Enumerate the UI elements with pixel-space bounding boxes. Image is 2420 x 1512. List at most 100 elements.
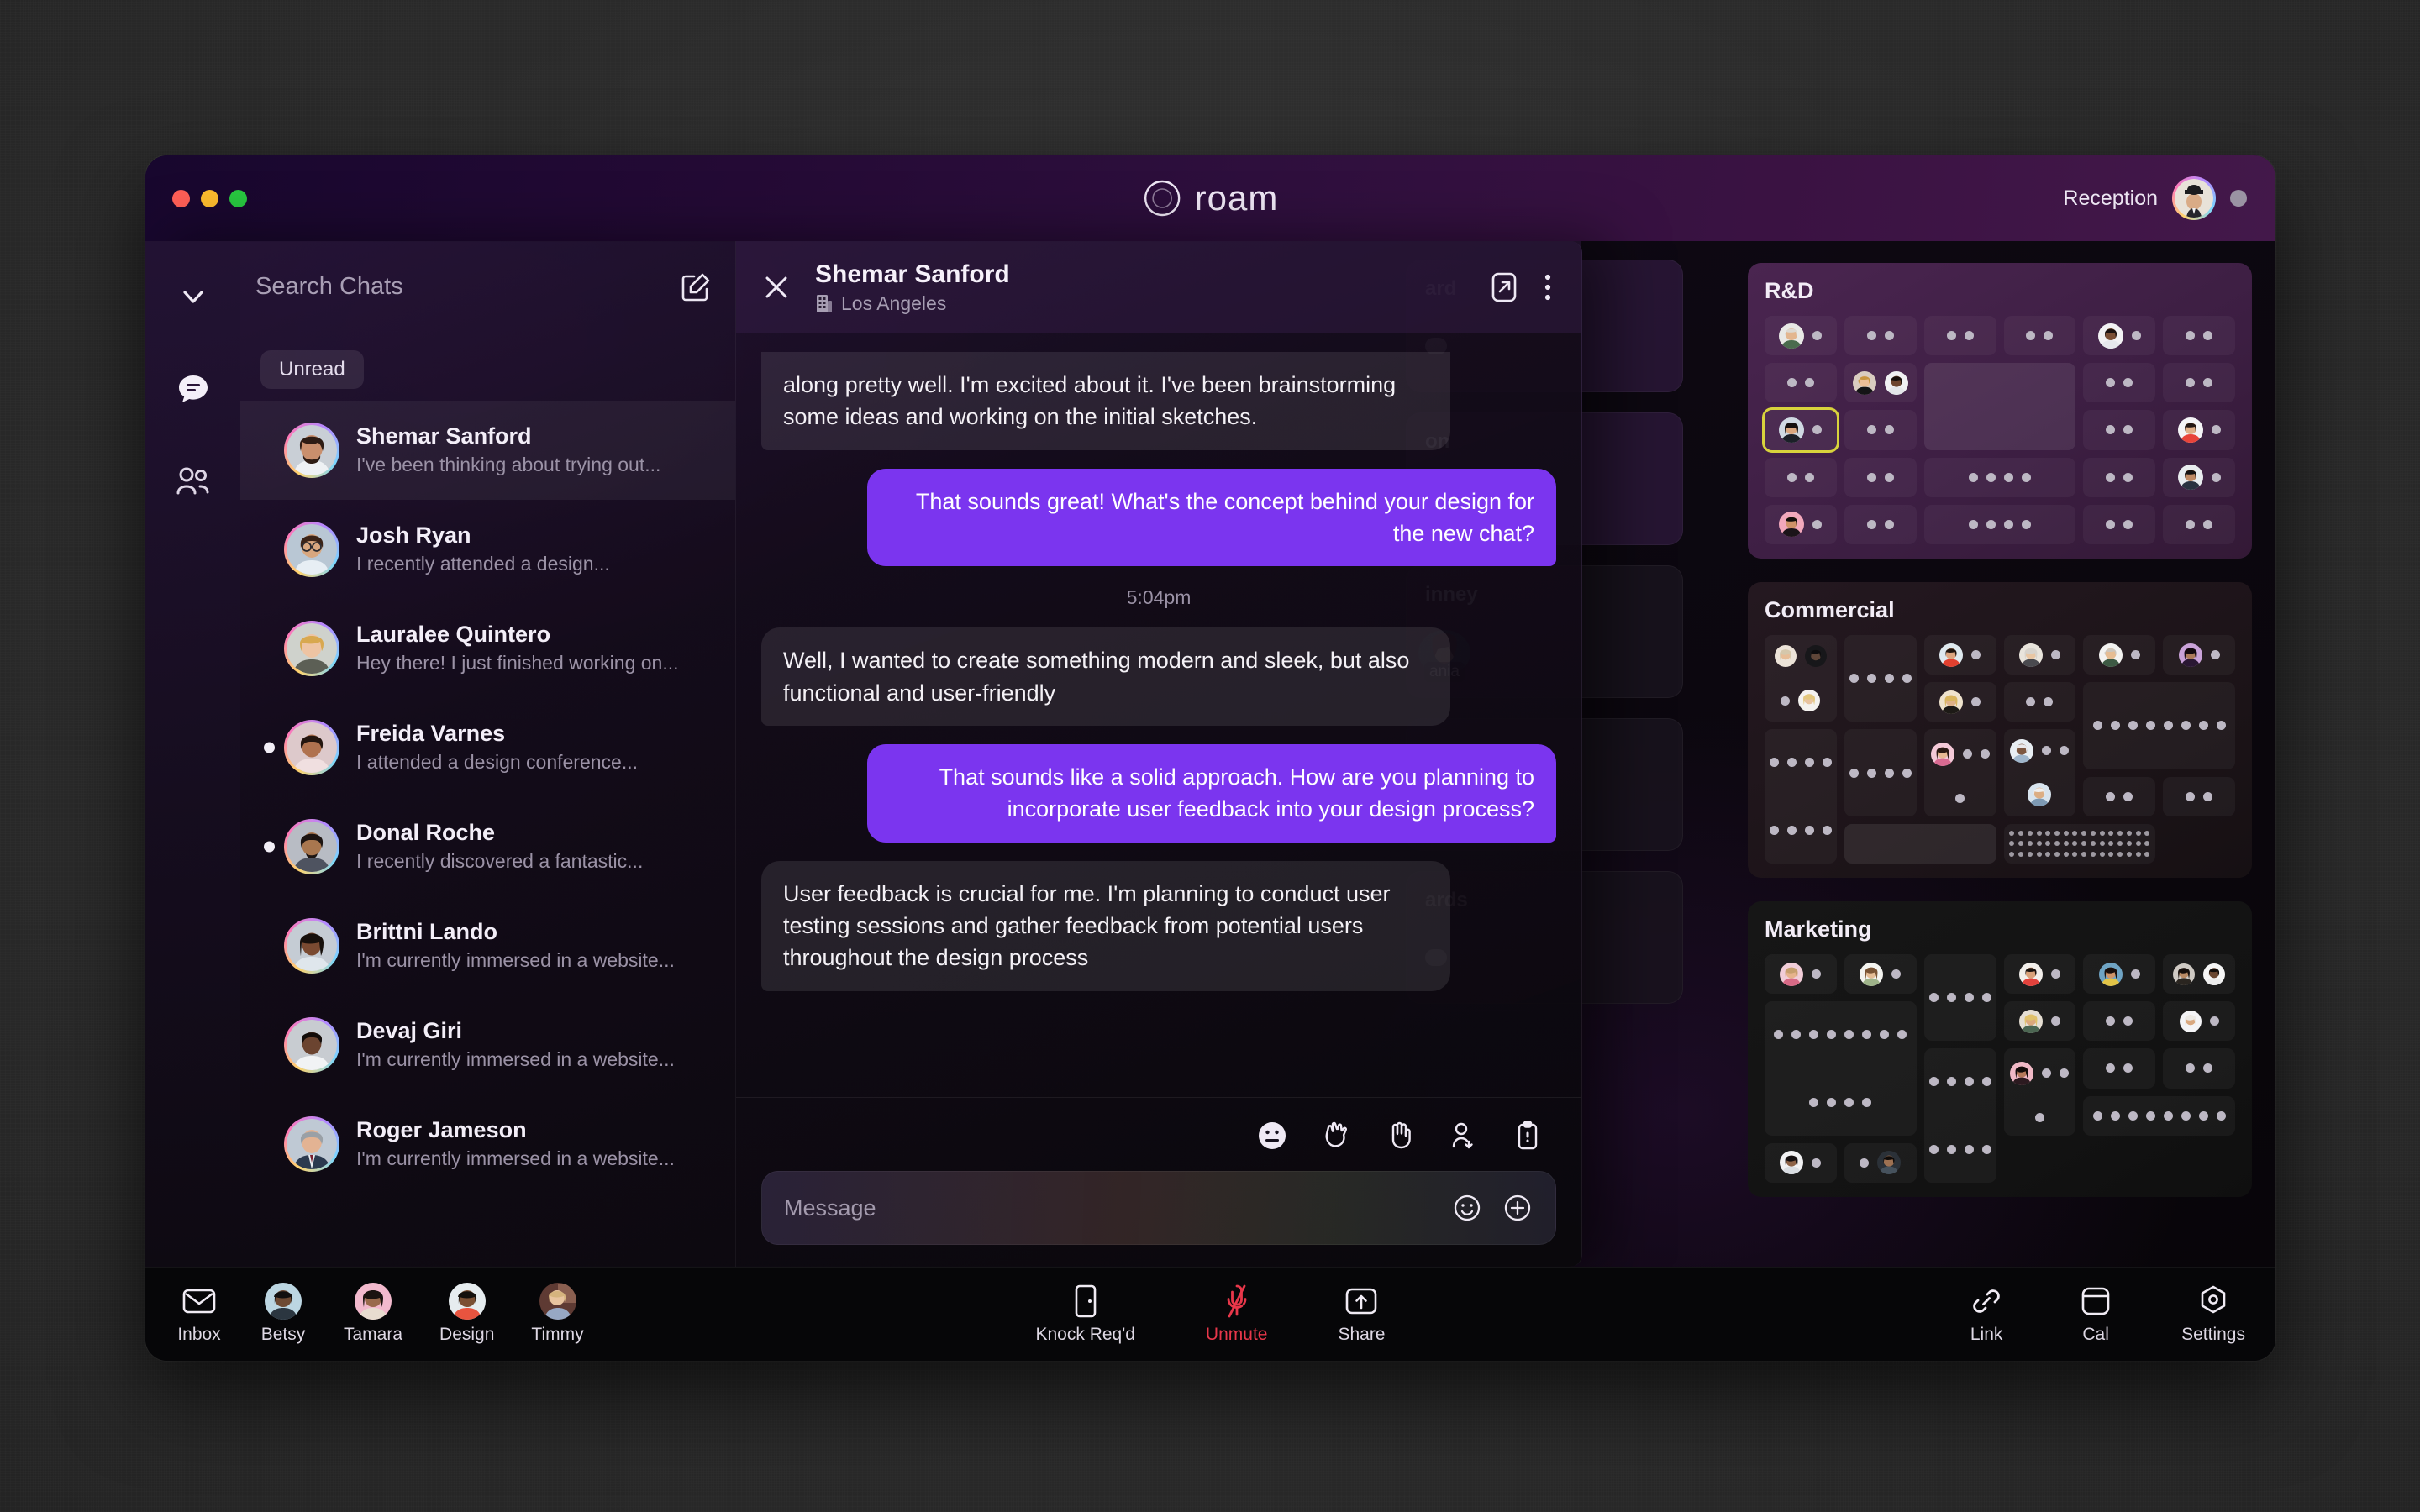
seat[interactable] [2092, 721, 2102, 731]
seat[interactable] [2203, 1063, 2213, 1074]
meeting-room[interactable] [1923, 363, 2076, 450]
occupant-avatar[interactable] [2018, 1009, 2043, 1033]
occupant-avatar[interactable] [1877, 1151, 1902, 1175]
seat[interactable] [2106, 425, 2116, 435]
more-vertical-icon[interactable] [1543, 270, 1553, 304]
seat[interactable] [2181, 1110, 2191, 1121]
desk[interactable] [1923, 504, 2076, 544]
seat[interactable] [2042, 746, 2052, 756]
seat[interactable] [2042, 1068, 2052, 1079]
desk[interactable] [2163, 635, 2235, 675]
desk[interactable] [1844, 504, 1917, 544]
desk[interactable] [1923, 1048, 1996, 1183]
seat[interactable] [2211, 472, 2221, 482]
seat[interactable] [2106, 791, 2116, 801]
seat[interactable] [2163, 721, 2173, 731]
seat[interactable] [2130, 650, 2140, 660]
seat[interactable] [2021, 472, 2031, 482]
seat[interactable] [2106, 378, 2116, 388]
seat[interactable] [1968, 519, 1978, 529]
close-window-button[interactable] [172, 189, 190, 207]
seat[interactable] [1822, 826, 1832, 836]
desk[interactable] [1765, 635, 1837, 722]
pop-out-icon[interactable] [1487, 270, 1521, 304]
seat[interactable] [1962, 749, 1972, 759]
seat[interactable] [1971, 697, 1981, 707]
desk[interactable] [1765, 457, 1837, 497]
occupant-avatar[interactable] [2177, 465, 2203, 491]
seat[interactable] [1862, 1097, 1872, 1107]
toolbar-item-unmute[interactable]: Unmute [1206, 1284, 1267, 1345]
compose-icon[interactable] [680, 271, 712, 303]
seat[interactable] [2106, 1016, 2116, 1026]
desk[interactable] [1923, 457, 2076, 497]
seat[interactable] [1964, 1077, 1974, 1087]
desk[interactable] [2083, 363, 2156, 403]
reception-area[interactable]: Reception [2063, 176, 2247, 220]
toolbar-item-cal[interactable]: Cal [2072, 1284, 2119, 1345]
toolbar-item-settings[interactable]: Settings [2181, 1284, 2245, 1345]
occupant-avatar[interactable] [2098, 962, 2123, 986]
seat[interactable] [1827, 1030, 1837, 1040]
seat[interactable] [1809, 1030, 1819, 1040]
seat[interactable] [1928, 993, 1939, 1003]
desk[interactable] [2163, 1048, 2235, 1089]
seat[interactable] [1955, 794, 1965, 804]
seat[interactable] [2216, 721, 2226, 731]
seat[interactable] [2060, 746, 2070, 756]
desk[interactable] [2003, 682, 2076, 722]
seat[interactable] [2123, 1063, 2133, 1074]
seat[interactable] [1964, 1145, 1974, 1155]
clipboard-icon[interactable] [1511, 1119, 1544, 1152]
seat[interactable] [1884, 331, 1894, 341]
occupant-avatar[interactable] [1779, 417, 1805, 443]
seat[interactable] [1946, 1077, 1956, 1087]
desk[interactable] [2003, 635, 2076, 675]
seat[interactable] [2021, 519, 2031, 529]
list-item[interactable]: Freida Varnes I attended a design confer… [240, 698, 735, 797]
seat[interactable] [1849, 768, 1859, 778]
seat[interactable] [2003, 519, 2013, 529]
list-item[interactable]: Donal Roche I recently discovered a fant… [240, 797, 735, 896]
seat[interactable] [2110, 1110, 2120, 1121]
desk[interactable] [2163, 363, 2235, 403]
unread-filter-chip[interactable]: Unread [260, 350, 364, 389]
desk[interactable] [1844, 954, 1917, 995]
seat[interactable] [2044, 697, 2054, 707]
clap-icon[interactable] [1319, 1119, 1353, 1152]
seat[interactable] [2123, 1016, 2133, 1026]
desk[interactable] [1923, 954, 1996, 1042]
message-input[interactable] [784, 1194, 1433, 1221]
wave-hand-icon[interactable] [1383, 1119, 1417, 1152]
seat[interactable] [1946, 1145, 1956, 1155]
seat[interactable] [2163, 1110, 2173, 1121]
sidebar-item-contacts[interactable] [170, 458, 217, 505]
message-composer[interactable] [761, 1171, 1556, 1245]
desk[interactable] [2163, 1001, 2235, 1042]
seat[interactable] [2092, 1110, 2102, 1121]
seat[interactable] [2034, 1113, 2044, 1123]
minimize-window-button[interactable] [201, 189, 218, 207]
emoji-icon[interactable] [1451, 1192, 1483, 1224]
list-item[interactable]: Devaj Giri I'm currently immersed in a w… [240, 995, 735, 1095]
seat[interactable] [1902, 674, 1912, 684]
seat[interactable] [2128, 1110, 2138, 1121]
occupant-avatar[interactable] [1939, 643, 1964, 667]
seat[interactable] [1812, 969, 1822, 979]
desk[interactable] [2003, 1048, 2076, 1136]
desk[interactable] [2083, 410, 2156, 450]
seat[interactable] [2186, 331, 2196, 341]
seat[interactable] [1769, 826, 1779, 836]
occupant-avatar[interactable] [1852, 370, 1876, 395]
seat[interactable] [1786, 758, 1797, 768]
seat[interactable] [1786, 826, 1797, 836]
seat[interactable] [1804, 826, 1814, 836]
occupant-avatar[interactable] [1779, 512, 1805, 538]
seat[interactable] [1849, 674, 1859, 684]
desk[interactable] [1844, 410, 1917, 450]
occupant-avatar[interactable] [2018, 643, 2043, 667]
seat[interactable] [1866, 425, 1876, 435]
occupant-avatar[interactable] [2098, 643, 2123, 667]
seat[interactable] [2123, 519, 2133, 529]
desk[interactable] [1923, 682, 1996, 722]
